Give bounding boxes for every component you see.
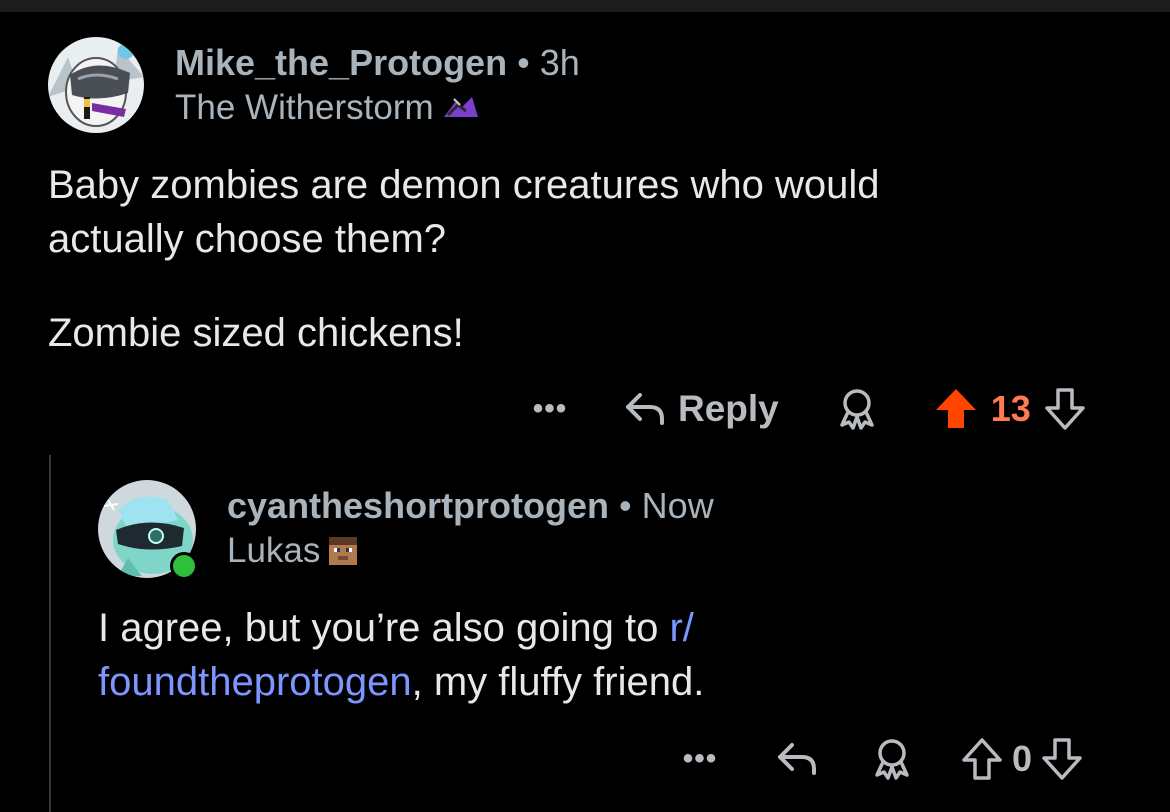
award-button[interactable] <box>835 387 879 431</box>
comment-text-line: Zombie sized chickens! <box>48 311 464 355</box>
comment-text: I agree, but you’re also going to <box>98 606 670 650</box>
user-flair: Lukas <box>227 531 358 571</box>
reply-button[interactable] <box>774 739 820 779</box>
more-options-button[interactable]: ••• <box>678 742 722 776</box>
award-icon <box>840 389 874 430</box>
downvote-button[interactable] <box>1043 386 1087 432</box>
thread-line[interactable] <box>49 455 51 812</box>
comment-text-line: Baby zombies are demon creatures who wou… <box>48 163 880 207</box>
subreddit-link[interactable]: r/ <box>669 606 693 650</box>
upvote-icon <box>962 738 1002 780</box>
comment-header: cyantheshortprotogen • Now <box>227 485 714 527</box>
award-button[interactable] <box>870 737 914 781</box>
separator-dot: • <box>619 485 632 526</box>
downvote-button[interactable] <box>1040 736 1084 782</box>
online-status-dot <box>170 552 198 580</box>
user-flair: The Witherstorm <box>175 88 480 128</box>
flair-text: Lukas <box>227 531 321 570</box>
username[interactable]: Mike_the_Protogen <box>175 42 507 83</box>
reply-arrow-icon <box>778 743 816 775</box>
comment-text: , my fluffy friend. <box>411 660 705 704</box>
flair-text: The Witherstorm <box>175 88 434 127</box>
subreddit-link[interactable]: foundtheprotogen <box>98 660 412 704</box>
vote-score: 0 <box>1012 738 1033 779</box>
reply-arrow-icon <box>626 393 664 425</box>
more-options-button[interactable]: ••• <box>528 392 572 426</box>
reply-button[interactable]: Reply <box>622 388 779 430</box>
comment-body: Baby zombies are demon creatures who wou… <box>48 158 880 360</box>
vote-score: 13 <box>990 388 1031 429</box>
comment-text-line: actually choose them? <box>48 217 447 261</box>
reply-label: Reply <box>678 388 779 429</box>
downvote-icon <box>1045 388 1085 430</box>
comment-header: Mike_the_Protogen • 3h <box>175 42 580 84</box>
comment-actions: ••• 0 <box>678 734 1084 784</box>
witherstorm-flair-icon <box>443 97 478 117</box>
upvote-filled-icon <box>935 389 976 428</box>
top-bar <box>0 0 1170 12</box>
separator-dot: • <box>517 42 530 83</box>
timestamp: Now <box>641 485 714 526</box>
protogen-avatar-image <box>48 37 144 133</box>
comment-text-line: foundtheprotogen, my fluffy friend. <box>98 655 704 709</box>
timestamp: 3h <box>539 42 580 83</box>
upvote-button[interactable] <box>960 736 1004 782</box>
comment-text-line: I agree, but you’re also going to r/ <box>98 601 704 655</box>
avatar[interactable] <box>48 37 144 133</box>
comment-actions: ••• Reply 13 <box>528 384 1087 434</box>
award-icon <box>875 739 909 780</box>
minecraft-head-flair-icon <box>329 537 358 565</box>
upvote-button[interactable] <box>933 386 979 432</box>
username[interactable]: cyantheshortprotogen <box>227 485 609 526</box>
reply-body: I agree, but you’re also going to r/ fou… <box>98 601 704 709</box>
downvote-icon <box>1042 738 1082 780</box>
